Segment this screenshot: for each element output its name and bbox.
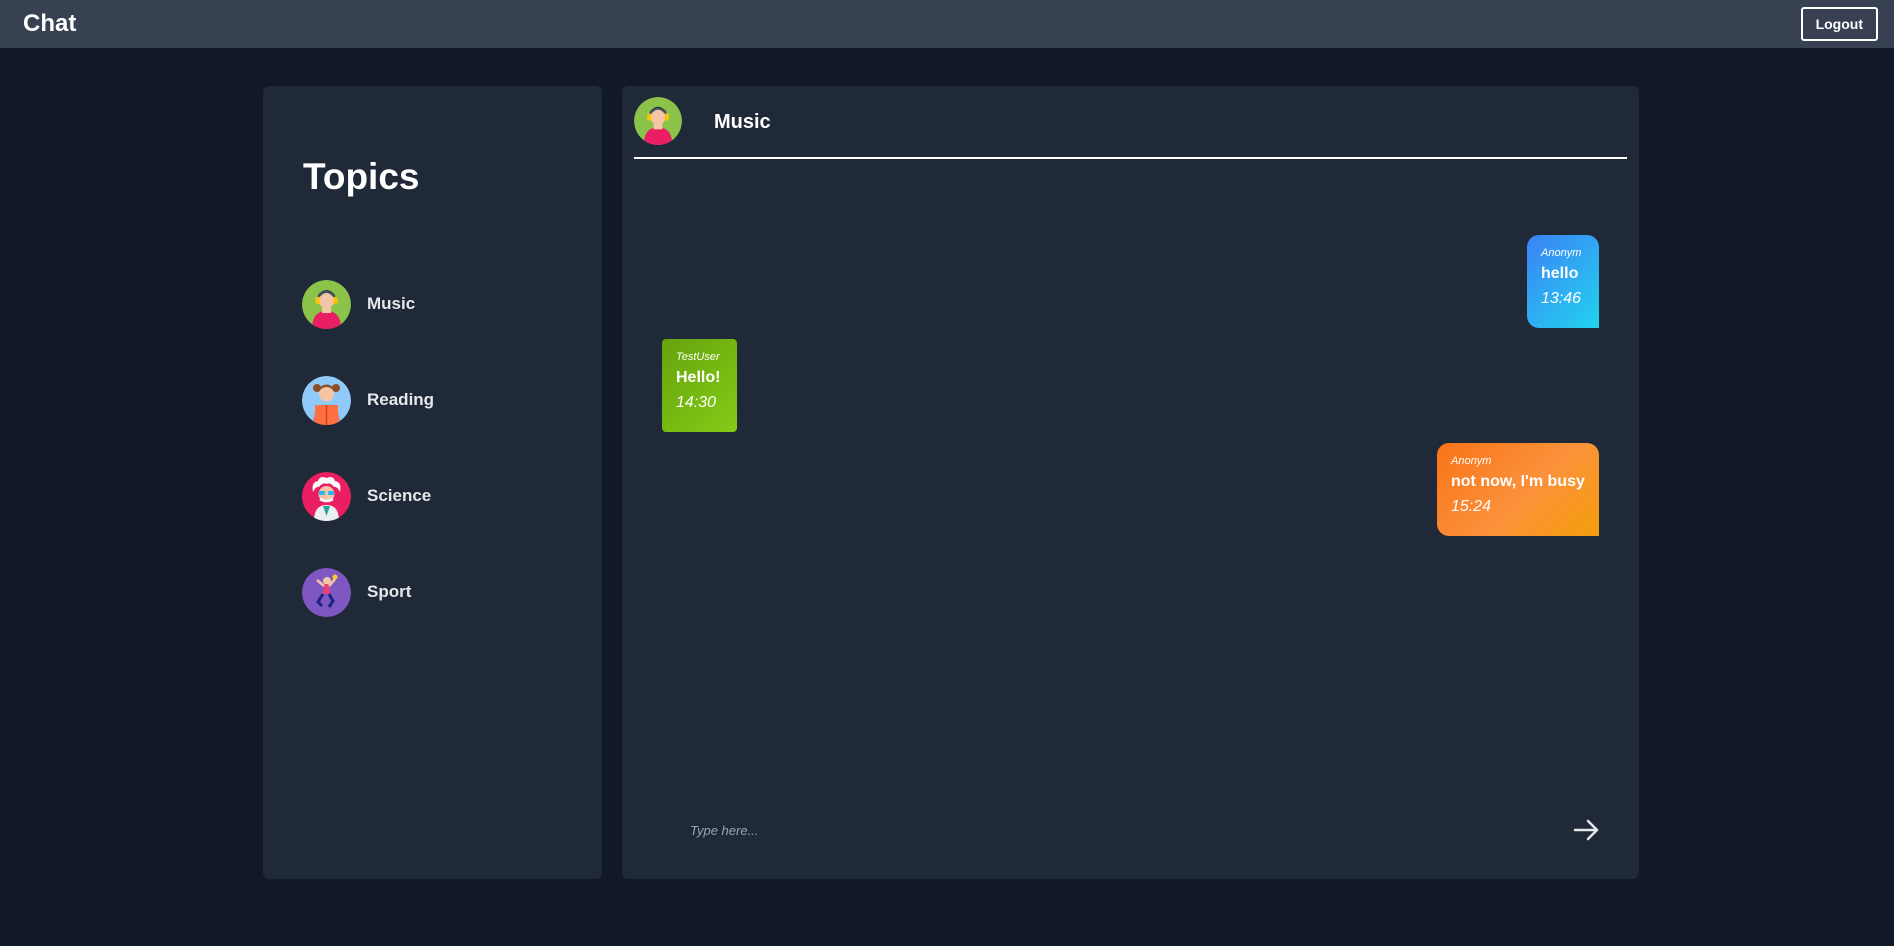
topics-title: Topics xyxy=(303,156,420,197)
topic-label: Sport xyxy=(367,582,412,601)
message-time: 13:46 xyxy=(1541,290,1582,307)
topic-label: Reading xyxy=(367,390,435,409)
message-time: 15:24 xyxy=(1451,498,1492,515)
message-text: hello xyxy=(1541,265,1579,282)
message-text: not now, I'm busy xyxy=(1451,473,1585,490)
chat-message: Anonym hello 13:46 xyxy=(1527,235,1599,328)
message-time: 14:30 xyxy=(676,394,717,411)
send-button[interactable] xyxy=(1570,814,1602,846)
sport-avatar-icon xyxy=(302,567,351,617)
message-composer xyxy=(662,810,1602,850)
chat-title: Music xyxy=(714,111,771,133)
arrow-right-icon xyxy=(1573,819,1599,841)
app-title: Chat xyxy=(23,10,77,37)
top-bar: Chat Logout xyxy=(0,0,1894,48)
topic-item-science[interactable]: Science xyxy=(302,471,431,521)
message-author: TestUser xyxy=(676,351,720,363)
chat-panel: Music Anonym hello 13:46 TestUser Hello!… xyxy=(622,86,1639,879)
chat-header: Music xyxy=(634,97,1627,159)
chat-message: Anonym not now, I'm busy 15:24 xyxy=(1437,443,1599,536)
science-avatar-icon xyxy=(302,471,351,521)
message-input[interactable] xyxy=(662,822,1462,838)
topics-sidebar: Topics Music Reading Science Sport xyxy=(263,86,602,879)
topic-item-reading[interactable]: Reading xyxy=(302,375,434,425)
topic-label: Science xyxy=(367,486,432,505)
message-text: Hello! xyxy=(676,369,721,386)
logout-button[interactable]: Logout xyxy=(1800,7,1878,41)
message-author: Anonym xyxy=(1451,455,1492,467)
reading-avatar-icon xyxy=(302,375,351,425)
topic-label: Music xyxy=(367,294,416,313)
topic-item-music[interactable]: Music xyxy=(302,279,415,329)
chat-message: TestUser Hello! 14:30 xyxy=(662,339,737,432)
music-avatar-icon xyxy=(634,97,682,145)
topic-item-sport[interactable]: Sport xyxy=(302,567,411,617)
music-avatar-icon xyxy=(302,279,351,329)
message-author: Anonym xyxy=(1541,247,1582,259)
